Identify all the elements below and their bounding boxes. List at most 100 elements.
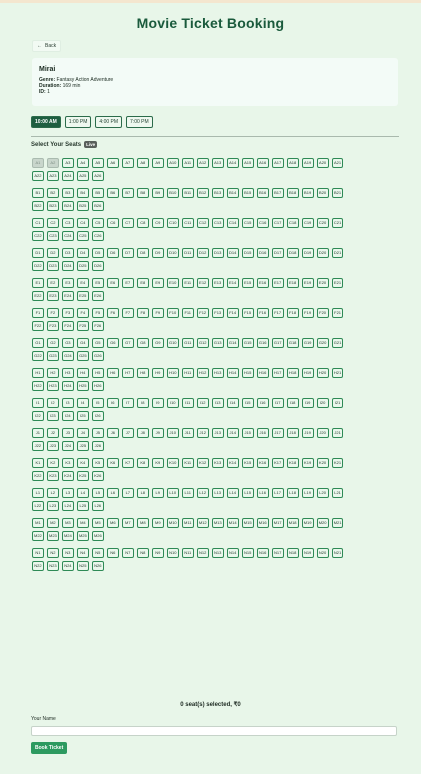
seat-button[interactable]: I12 <box>196 398 209 408</box>
seat-button[interactable]: F1 <box>32 308 44 318</box>
seat-button[interactable]: A15 <box>241 158 254 168</box>
seat-button[interactable]: L19 <box>301 488 314 498</box>
seat-button[interactable]: N4 <box>76 548 89 558</box>
seat-button[interactable]: L22 <box>32 501 44 511</box>
seat-button[interactable]: K16 <box>256 458 269 468</box>
seat-button[interactable]: B1 <box>32 188 44 198</box>
seat-button[interactable]: M13 <box>211 518 224 528</box>
seat-button[interactable]: K20 <box>316 458 329 468</box>
seat-button[interactable]: D18 <box>286 248 299 258</box>
seat-button[interactable]: A12 <box>196 158 209 168</box>
seat-button[interactable]: A25 <box>76 171 89 181</box>
seat-button[interactable]: B10 <box>166 188 179 198</box>
seat-button[interactable]: L10 <box>166 488 179 498</box>
seat-button[interactable]: N2 <box>46 548 59 558</box>
seat-button[interactable]: N18 <box>286 548 299 558</box>
seat-button[interactable]: B8 <box>136 188 149 198</box>
seat-button[interactable]: G11 <box>181 338 194 348</box>
seat-button[interactable]: J21 <box>331 428 344 438</box>
seat-button[interactable]: K17 <box>271 458 284 468</box>
seat-button[interactable]: D4 <box>76 248 89 258</box>
seat-button[interactable]: G26 <box>91 351 104 361</box>
seat-button[interactable]: H25 <box>76 381 89 391</box>
seat-button[interactable]: I21 <box>331 398 344 408</box>
seat-button[interactable]: K24 <box>61 471 74 481</box>
seat-button[interactable]: F9 <box>151 308 164 318</box>
seat-button[interactable]: I19 <box>301 398 314 408</box>
seat-button[interactable]: J3 <box>61 428 74 438</box>
seat-button[interactable]: M14 <box>226 518 239 528</box>
seat-button[interactable]: G22 <box>32 351 44 361</box>
seat-button[interactable]: H18 <box>286 368 299 378</box>
showtime-button[interactable]: 1:00 PM <box>64 116 92 128</box>
seat-button[interactable]: M21 <box>331 518 344 528</box>
seat-button[interactable]: K10 <box>166 458 179 468</box>
seat-button[interactable]: M12 <box>196 518 209 528</box>
seat-button[interactable]: L13 <box>211 488 224 498</box>
seat-button[interactable]: D20 <box>316 248 329 258</box>
seat-button[interactable]: A16 <box>256 158 269 168</box>
seat-button[interactable]: L7 <box>121 488 134 498</box>
seat-button[interactable]: D17 <box>271 248 284 258</box>
seat-button[interactable]: D1 <box>32 248 44 258</box>
seat-button[interactable]: N14 <box>226 548 239 558</box>
seat-button[interactable]: B9 <box>151 188 164 198</box>
seat-button[interactable]: K2 <box>46 458 59 468</box>
seat-button[interactable]: L18 <box>286 488 299 498</box>
seat-button[interactable]: N3 <box>61 548 74 558</box>
seat-button[interactable]: N5 <box>91 548 104 558</box>
seat-button[interactable]: F24 <box>61 321 74 331</box>
seat-button[interactable]: H16 <box>256 368 269 378</box>
seat-button[interactable]: N22 <box>32 561 44 571</box>
seat-button[interactable]: G8 <box>136 338 149 348</box>
seat-button[interactable]: N15 <box>241 548 254 558</box>
seat-button[interactable]: G20 <box>316 338 329 348</box>
seat-button[interactable]: K8 <box>136 458 149 468</box>
seat-button[interactable]: C17 <box>271 218 284 228</box>
seat-button[interactable]: L14 <box>226 488 239 498</box>
showtime-button[interactable]: 10:00 AM <box>31 116 61 128</box>
seat-button[interactable]: H6 <box>106 368 119 378</box>
seat-button[interactable]: E8 <box>136 278 149 288</box>
seat-button[interactable]: I6 <box>106 398 119 408</box>
seat-button[interactable]: M5 <box>91 518 104 528</box>
seat-button[interactable]: J22 <box>32 441 44 451</box>
seat-button[interactable]: B20 <box>316 188 329 198</box>
seat-button[interactable]: G1 <box>32 338 44 348</box>
seat-button[interactable]: N11 <box>181 548 194 558</box>
seat-button[interactable]: A23 <box>46 171 59 181</box>
seat-button[interactable]: J12 <box>196 428 209 438</box>
seat-button[interactable]: I25 <box>76 411 89 421</box>
seat-button[interactable]: J9 <box>151 428 164 438</box>
seat-button[interactable]: K18 <box>286 458 299 468</box>
seat-button[interactable]: J16 <box>256 428 269 438</box>
seat-button[interactable]: C16 <box>256 218 269 228</box>
seat-button[interactable]: L11 <box>181 488 194 498</box>
seat-button[interactable]: L21 <box>331 488 344 498</box>
seat-button[interactable]: B5 <box>91 188 104 198</box>
seat-button[interactable]: B15 <box>241 188 254 198</box>
seat-button[interactable]: D15 <box>241 248 254 258</box>
seat-button[interactable]: N1 <box>32 548 44 558</box>
seat-button[interactable]: H7 <box>121 368 134 378</box>
seat-button[interactable]: F3 <box>61 308 74 318</box>
seat-button[interactable]: J8 <box>136 428 149 438</box>
seat-button[interactable]: B25 <box>76 201 89 211</box>
seat-button[interactable]: D25 <box>76 261 89 271</box>
seat-button[interactable]: I22 <box>32 411 44 421</box>
seat-button[interactable]: B21 <box>331 188 344 198</box>
seat-button[interactable]: B3 <box>61 188 74 198</box>
seat-button[interactable]: A11 <box>181 158 194 168</box>
seat-button[interactable]: H8 <box>136 368 149 378</box>
seat-button[interactable]: E7 <box>121 278 134 288</box>
seat-button[interactable]: M25 <box>76 531 89 541</box>
seat-button[interactable]: C13 <box>211 218 224 228</box>
seat-button[interactable]: G17 <box>271 338 284 348</box>
seat-button[interactable]: E23 <box>46 291 59 301</box>
seat-button[interactable]: I9 <box>151 398 164 408</box>
seat-button[interactable]: E20 <box>316 278 329 288</box>
seat-button[interactable]: C9 <box>151 218 164 228</box>
seat-button[interactable]: G9 <box>151 338 164 348</box>
seat-button[interactable]: C14 <box>226 218 239 228</box>
seat-button[interactable]: E17 <box>271 278 284 288</box>
